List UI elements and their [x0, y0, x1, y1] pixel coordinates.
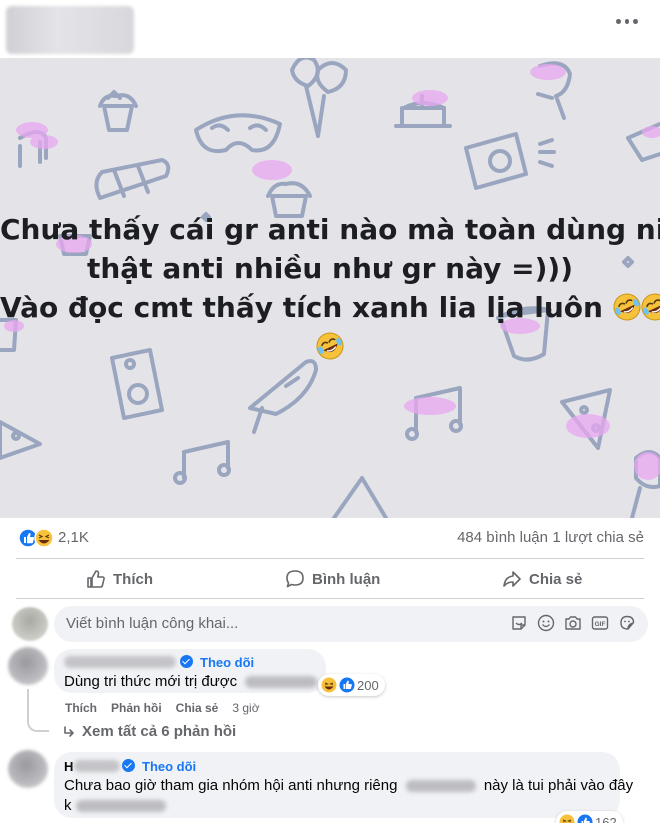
haha-icon — [559, 814, 575, 823]
verified-badge-icon — [180, 655, 193, 668]
commenter-name-blurred[interactable] — [74, 760, 120, 772]
banner-line-4 — [0, 327, 660, 366]
comment-reply-link[interactable]: Phản hồi — [111, 701, 162, 715]
comments-count[interactable]: 484 bình luận — [457, 529, 548, 546]
reaction-summary-icons[interactable] — [18, 528, 58, 548]
divider — [16, 598, 644, 599]
comment-reaction-summary[interactable]: 200 — [318, 674, 385, 696]
shares-count[interactable]: 1 lượt chia sẻ — [552, 529, 644, 546]
rolling-laughing-emoji-icon — [316, 332, 344, 360]
banner-line-3: Vào đọc cmt thấy tích xanh lia lịa luôn — [0, 288, 660, 327]
post-header — [0, 0, 660, 58]
sticker-face-icon[interactable] — [618, 614, 636, 632]
gif-icon[interactable]: GIF — [591, 614, 609, 632]
blurred-word — [405, 780, 476, 793]
comment-bubble: Theo dõi Dùng tri thức mới trị được — [54, 649, 326, 693]
post-banner: Chưa thấy cái gr anti nào mà toàn dùng n… — [0, 58, 660, 518]
sticker-icon[interactable] — [510, 614, 528, 632]
rolling-laughing-emoji-icon — [613, 293, 641, 321]
post-stats: 2,1K 484 bình luận 1 lượt chia sẻ — [0, 518, 660, 558]
comment-button[interactable]: Bình luận — [285, 560, 380, 598]
banner-line-3-text: Vào đọc cmt thấy tích xanh lia lịa luôn — [0, 291, 603, 324]
post-actions: Thích Bình luận Chia sẻ — [0, 560, 660, 598]
comment-line2-prefix: k — [64, 797, 72, 814]
commenter-avatar[interactable] — [8, 750, 48, 788]
follow-button[interactable]: Theo dõi — [200, 655, 254, 670]
comment-share-link[interactable]: Chia sẻ — [176, 701, 219, 715]
verified-badge-icon — [122, 759, 135, 772]
comment-bubble-icon — [286, 570, 304, 588]
comment-text: Dùng tri thức mới trị được — [64, 672, 318, 692]
comment-meta: Thích Phản hồi Chia sẻ 3 giờ — [65, 701, 260, 715]
emoji-icon[interactable] — [537, 614, 555, 632]
svg-text:GIF: GIF — [595, 621, 606, 628]
composer-tools: GIF — [510, 614, 636, 632]
commenter-avatar[interactable] — [8, 647, 48, 685]
banner-line-1: Chưa thấy cái gr anti nào mà toàn dùng n… — [0, 213, 660, 246]
rolling-laughing-emoji-icon — [641, 293, 660, 321]
reply-arrow-icon — [64, 725, 74, 737]
thread-line — [27, 689, 29, 719]
share-label: Chia sẻ — [529, 570, 583, 588]
comment-text-line2: k — [64, 796, 166, 816]
view-replies-link[interactable]: Xem tất cả 6 phản hồi — [62, 723, 236, 740]
current-user-avatar[interactable] — [12, 607, 48, 641]
follow-button[interactable]: Theo dõi — [142, 759, 196, 774]
comment-reaction-summary[interactable]: 162 — [556, 811, 623, 823]
comment-reaction-count: 162 — [595, 814, 617, 823]
thread-connector — [27, 716, 49, 732]
banner-text: Chưa thấy cái gr anti nào mà toàn dùng n… — [0, 210, 660, 366]
more-horizontal-icon[interactable] — [616, 19, 639, 27]
camera-icon[interactable] — [564, 614, 582, 632]
comment-text-part1: Chưa bao giờ tham gia nhóm hội anti nhưn… — [64, 777, 398, 794]
banner-line-2: thật anti nhiều như gr này =))) — [86, 252, 573, 285]
divider — [16, 558, 644, 559]
commenter-name-initial[interactable]: H — [64, 757, 73, 777]
reaction-count[interactable]: 2,1K — [58, 529, 89, 546]
thumbs-up-icon — [87, 570, 105, 588]
comment-text-part2: này là tui phải vào đây — [483, 777, 634, 794]
share-arrow-icon — [503, 571, 521, 587]
comment-timestamp[interactable]: 3 giờ — [232, 701, 259, 715]
like-label: Thích — [113, 570, 153, 588]
share-button[interactable]: Chia sẻ — [502, 560, 582, 598]
comment-label: Bình luận — [312, 570, 381, 588]
author-avatar-blurred[interactable] — [6, 6, 134, 54]
comment-text-content: Dùng tri thức mới trị được — [64, 673, 238, 690]
view-replies-label: Xem tất cả 6 phản hồi — [82, 723, 237, 740]
comment-composer[interactable]: GIF — [54, 606, 648, 642]
comment-like-link[interactable]: Thích — [65, 701, 97, 715]
like-icon — [339, 677, 355, 693]
comment-reaction-count: 200 — [357, 677, 379, 693]
comment-bubble: H Theo dõi Chưa bao giờ tham gia nhóm hộ… — [54, 752, 633, 818]
comment-input[interactable] — [66, 615, 396, 632]
haha-icon — [321, 677, 337, 693]
like-button[interactable]: Thích — [86, 560, 153, 598]
commenter-name-blurred[interactable] — [64, 656, 176, 668]
blurred-word — [245, 676, 318, 689]
blurred-word — [75, 800, 166, 813]
comment-text: Chưa bao giờ tham gia nhóm hội anti nhưn… — [64, 776, 633, 796]
like-icon — [577, 814, 593, 823]
